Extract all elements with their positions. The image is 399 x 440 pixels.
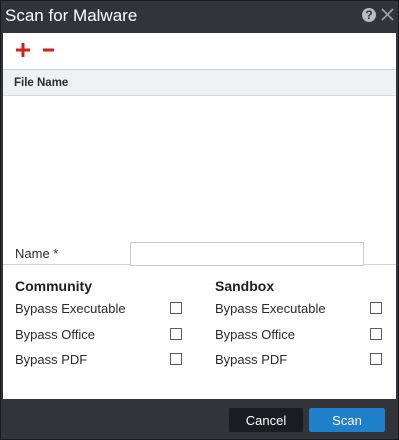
sandbox-bypass-office-checkbox[interactable] — [370, 328, 382, 340]
dialog-body: File Name Name * Community Sandbox Bypas… — [3, 33, 396, 399]
dialog-footer: Cancel Scan — [3, 399, 396, 439]
community-bypass-executable-checkbox[interactable] — [170, 302, 182, 314]
sandbox-bypass-office-label: Bypass Office — [215, 327, 295, 342]
community-bypass-pdf-checkbox[interactable] — [170, 353, 182, 365]
file-grid: File Name — [3, 69, 396, 265]
file-toolbar — [3, 33, 396, 69]
community-bypass-office-label: Bypass Office — [15, 327, 95, 342]
minus-icon[interactable] — [41, 42, 57, 58]
sandbox-bypass-pdf-checkbox[interactable] — [370, 353, 382, 365]
scan-button[interactable]: Scan — [309, 408, 385, 432]
help-icon[interactable]: ? — [362, 8, 376, 22]
community-bypass-pdf-label: Bypass PDF — [15, 352, 88, 367]
community-section-title: Community — [15, 278, 92, 294]
community-bypass-office-checkbox[interactable] — [170, 328, 182, 340]
column-header-file-name[interactable]: File Name — [14, 77, 68, 89]
scan-malware-dialog: Scan for Malware ? File Name Name * Comm… — [0, 0, 399, 440]
sandbox-bypass-executable-checkbox[interactable] — [370, 302, 382, 314]
close-icon[interactable] — [380, 7, 395, 22]
dialog-titlebar: Scan for Malware ? — [1, 1, 398, 33]
cancel-button[interactable]: Cancel — [229, 408, 303, 432]
community-bypass-executable-label: Bypass Executable — [15, 301, 126, 316]
dialog-title: Scan for Malware — [5, 6, 138, 25]
sandbox-section-title: Sandbox — [215, 278, 275, 294]
plus-icon[interactable] — [15, 42, 31, 58]
sandbox-bypass-executable-label: Bypass Executable — [215, 301, 326, 316]
grid-header: File Name — [3, 70, 396, 96]
name-label: Name * — [15, 246, 59, 261]
name-input[interactable] — [130, 242, 364, 266]
sandbox-bypass-pdf-label: Bypass PDF — [215, 352, 288, 367]
